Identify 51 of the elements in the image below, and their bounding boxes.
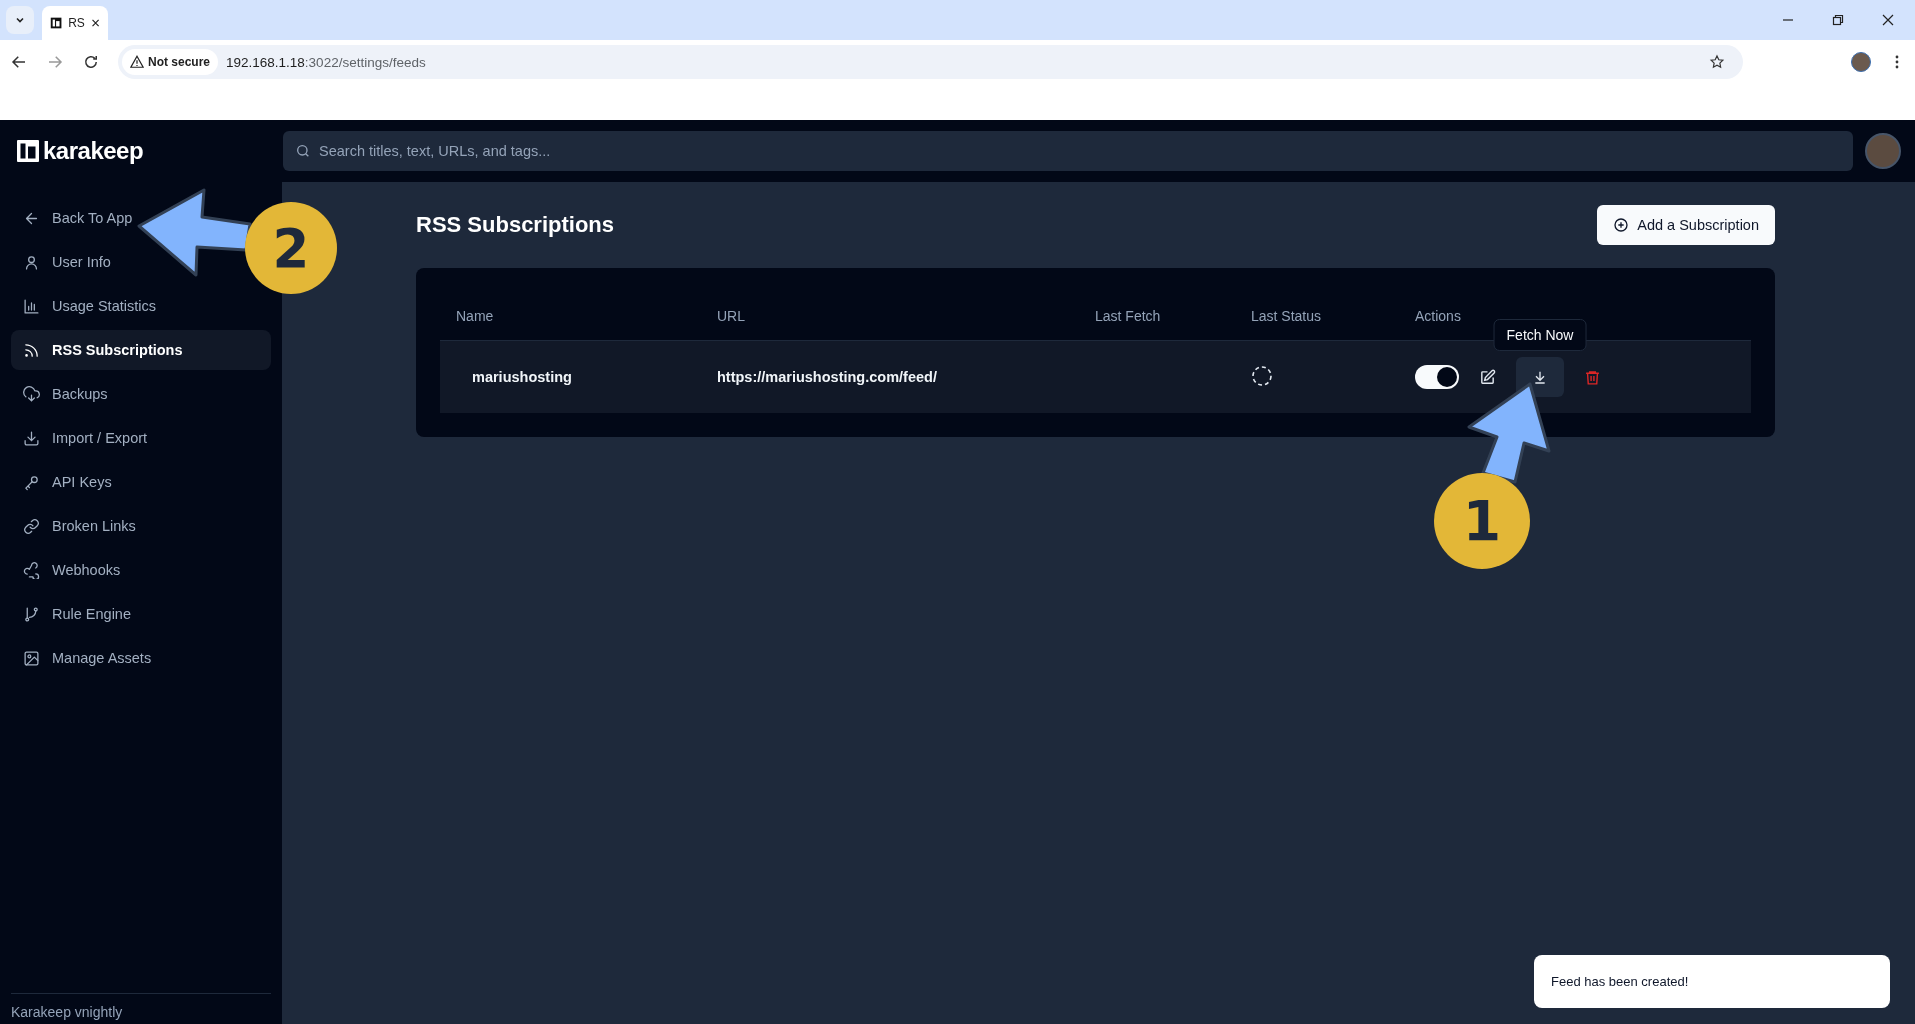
- restore-icon[interactable]: [1831, 13, 1845, 27]
- profile-avatar[interactable]: [1851, 52, 1871, 72]
- warning-icon: [130, 55, 144, 69]
- sidebar-item[interactable]: RSS Subscriptions: [11, 330, 271, 370]
- enabled-toggle[interactable]: [1415, 365, 1459, 389]
- sidebar-item[interactable]: Usage Statistics: [11, 286, 168, 326]
- toast-message: Feed has been created!: [1551, 974, 1689, 989]
- plus-circle-icon: [1613, 217, 1630, 233]
- sidebar-item[interactable]: Broken Links: [11, 506, 148, 546]
- column-header: Last Status: [1251, 308, 1323, 324]
- sidebar-item[interactable]: Rule Engine: [11, 594, 143, 634]
- app-logo-icon: [17, 140, 39, 162]
- sidebar-item[interactable]: API Keys: [11, 462, 124, 502]
- column-header: URL: [717, 308, 746, 324]
- back-icon[interactable]: [10, 53, 28, 71]
- edit-icon[interactable]: [1479, 368, 1496, 386]
- user-avatar[interactable]: [1865, 133, 1901, 169]
- sidebar-item[interactable]: Import / Export: [11, 418, 160, 458]
- reload-icon[interactable]: [82, 53, 100, 71]
- close-window-icon[interactable]: [1881, 13, 1895, 27]
- tooltip: Fetch Now: [1493, 319, 1587, 351]
- download-icon: [1532, 369, 1548, 385]
- trash-icon[interactable]: [1584, 368, 1601, 386]
- app-logo-text: karakeep: [43, 137, 144, 165]
- url-text: 192.168.1.18:3022/settings/feeds: [226, 54, 426, 70]
- sidebar-item[interactable]: Backups: [11, 374, 120, 414]
- page-title: RSS Subscriptions: [416, 212, 615, 238]
- sidebar-item[interactable]: Webhooks: [11, 550, 133, 590]
- step-number-badge: 1: [1434, 473, 1530, 569]
- add-subscription-button[interactable]: Add a Subscription: [1597, 205, 1775, 245]
- table-cell-text: https://mariushosting.com/feed/: [717, 369, 938, 385]
- tab-title: RS: [68, 16, 85, 30]
- table-cell-text: mariushosting: [471, 369, 573, 385]
- app-logo-icon: [50, 15, 63, 31]
- sidebar-item[interactable]: Back To App: [11, 198, 145, 238]
- step-number-badge: 2: [245, 202, 337, 294]
- download-button[interactable]: [1516, 357, 1564, 397]
- loading-spinner-icon: [1251, 364, 1273, 387]
- bookmark-star-icon[interactable]: [1709, 54, 1725, 70]
- search-field[interactable]: Search titles, text, URLs, and tags...: [283, 131, 1853, 171]
- sidebar-item[interactable]: Manage Assets: [11, 638, 164, 678]
- browser-tab[interactable]: RS: [42, 6, 108, 40]
- column-header: Last Fetch: [1095, 308, 1162, 324]
- version-label: Karakeep vnightly: [11, 1004, 123, 1020]
- column-header: Name: [456, 308, 495, 324]
- address-bar[interactable]: Not secure 192.168.1.18:3022/settings/feeds: [118, 45, 1743, 79]
- close-icon[interactable]: [90, 17, 100, 29]
- forward-icon[interactable]: [46, 53, 64, 71]
- column-header: Actions: [1415, 308, 1462, 324]
- security-chip[interactable]: Not secure: [122, 49, 219, 75]
- sidebar-item[interactable]: User Info: [11, 242, 123, 282]
